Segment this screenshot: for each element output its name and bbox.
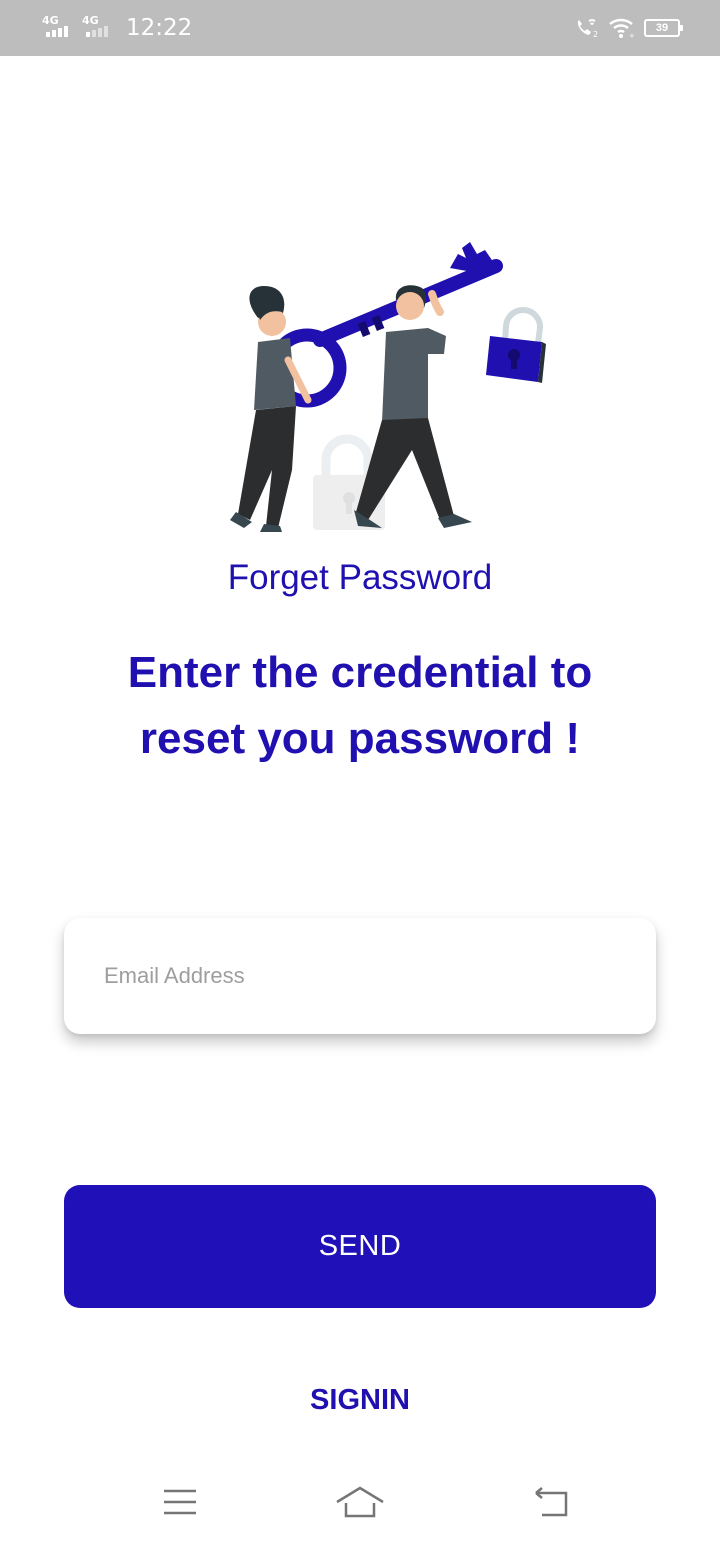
- people-carrying-key-illustration: [230, 242, 546, 532]
- send-button[interactable]: SEND: [64, 1185, 656, 1308]
- woman-figure: [230, 286, 312, 532]
- home-icon: [336, 1486, 384, 1518]
- status-time: 12:22: [126, 15, 193, 41]
- wifi-icon: +: [609, 18, 635, 39]
- lock-icon: [486, 307, 546, 383]
- network-indicator-2: 4G: [82, 15, 116, 41]
- home-button[interactable]: [336, 1480, 384, 1524]
- status-bar-right: 2 + 39: [574, 16, 683, 40]
- status-bar: 4G 4G 12:22 2 + 39: [0, 0, 720, 56]
- status-bar-left: 4G 4G 12:22: [42, 14, 192, 42]
- back-icon: [535, 1487, 568, 1517]
- page-subtitle: Enter the credential to reset you passwo…: [127, 648, 593, 763]
- back-button[interactable]: [526, 1480, 574, 1524]
- signin-link[interactable]: SIGNIN: [0, 1380, 720, 1420]
- battery-level: 39: [655, 22, 669, 34]
- svg-text:+: +: [629, 32, 635, 39]
- page-title: Forget Password: [227, 558, 493, 597]
- signal-icon: [46, 26, 68, 37]
- battery-icon: 39: [644, 19, 683, 37]
- menu-button[interactable]: [156, 1480, 204, 1524]
- menu-icon: [164, 1489, 196, 1515]
- email-field-card: [64, 918, 656, 1034]
- network-indicator-1: 4G: [42, 15, 76, 41]
- navigation-bar: [0, 1460, 720, 1544]
- wifi-calling-icon: 2: [577, 19, 598, 39]
- email-field[interactable]: [104, 956, 624, 996]
- signal-weak-icon: [86, 26, 108, 37]
- svg-text:2: 2: [593, 30, 598, 39]
